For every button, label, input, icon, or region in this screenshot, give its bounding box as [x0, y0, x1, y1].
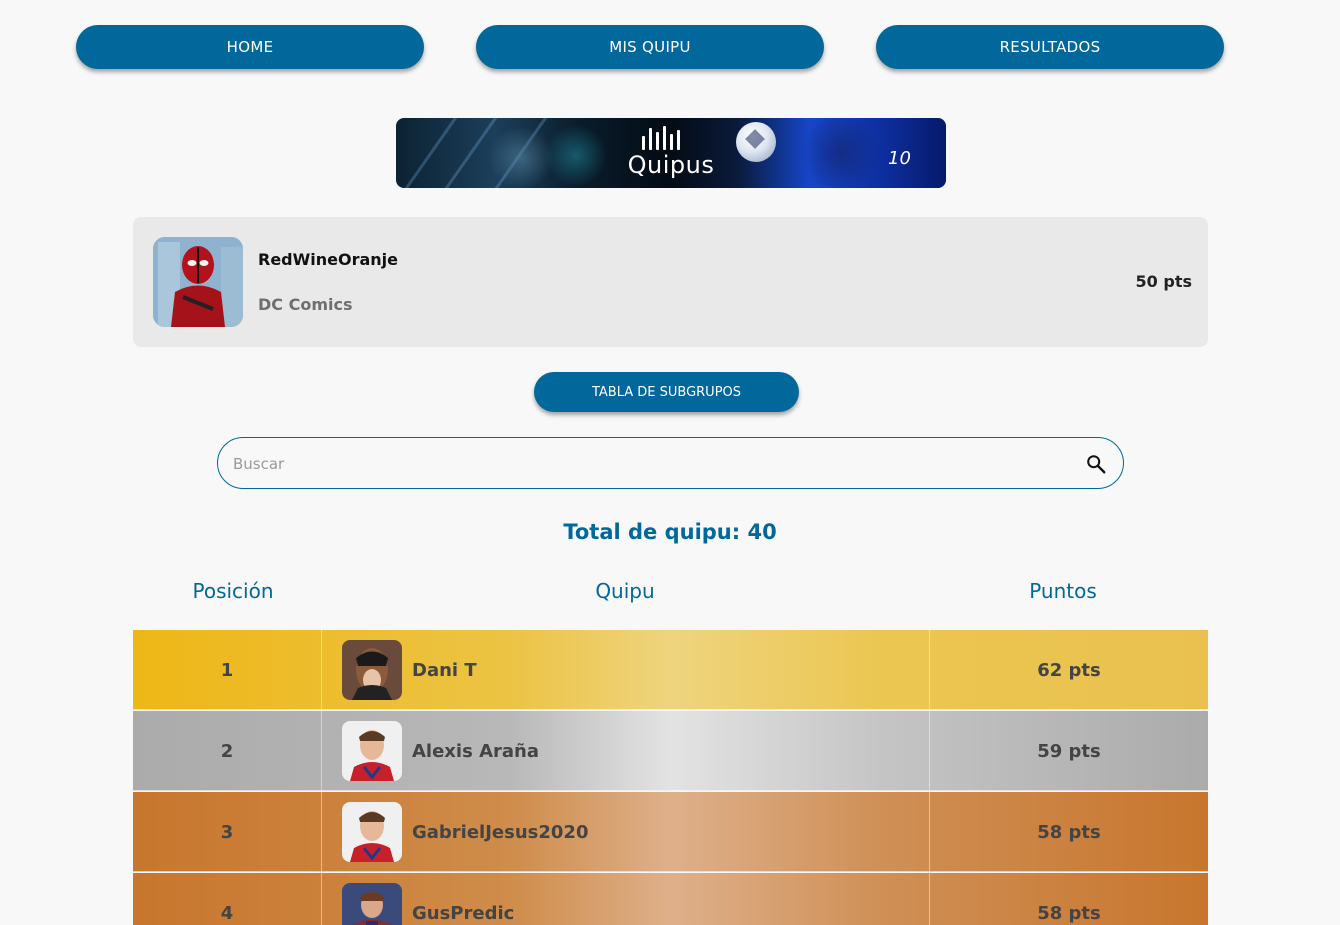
row-name: GusPredic: [412, 902, 515, 924]
header-points: Puntos: [1029, 579, 1097, 603]
row-quipu: GabrielJesus2020: [321, 792, 930, 872]
row-quipu: Dani T: [321, 630, 930, 710]
subgroups-table-button[interactable]: TABLA DE SUBGRUPOS: [534, 372, 799, 412]
jersey-number: 10: [888, 148, 911, 169]
row-position: 2: [220, 740, 234, 762]
avatar: [342, 721, 402, 781]
header-quipu: Quipu: [595, 579, 655, 603]
search-input[interactable]: [233, 450, 1063, 478]
quipus-banner: Quipus 10: [396, 118, 946, 188]
subgroups-table-button-label: TABLA DE SUBGRUPOS: [591, 384, 742, 400]
user-card: RedWineOranje DC Comics 50 pts: [133, 217, 1208, 347]
quipu-total: Total de quipu: 40: [563, 520, 777, 544]
row-points: 58 pts: [1037, 902, 1101, 924]
avatar: [342, 640, 402, 700]
table-row[interactable]: 4 GusPredic 58 pts: [133, 873, 1208, 925]
table-row[interactable]: 2 Alexis Araña 59 pts: [133, 711, 1208, 791]
resultados-button-label: RESULTADOS: [999, 38, 1101, 56]
row-points: 58 pts: [1037, 821, 1101, 843]
search-icon[interactable]: [1085, 453, 1107, 475]
user-group: DC Comics: [258, 295, 353, 314]
row-name: Dani T: [412, 659, 477, 681]
row-position: 3: [220, 821, 234, 843]
avatar: [342, 802, 402, 862]
table-row[interactable]: 1 Dani T 62 pts: [133, 630, 1208, 710]
row-position: 4: [220, 902, 234, 924]
mis-quipu-button-label: MIS QUIPU: [609, 38, 691, 56]
row-name: GabrielJesus2020: [412, 821, 589, 843]
banner-logo-text: Quipus: [627, 151, 715, 179]
avatar: [342, 883, 402, 925]
home-button-label: HOME: [226, 38, 274, 56]
avatar: [153, 237, 243, 327]
user-name: RedWineOranje: [258, 250, 399, 269]
table-row[interactable]: 3 GabrielJesus2020 58 pts: [133, 792, 1208, 872]
row-name: Alexis Araña: [412, 740, 539, 762]
row-quipu: GusPredic: [321, 873, 930, 925]
header-position: Posición: [192, 579, 274, 603]
resultados-button[interactable]: RESULTADOS: [876, 25, 1224, 69]
quipus-logo-icon: [641, 126, 681, 150]
search-bar: [217, 437, 1124, 489]
mis-quipu-button[interactable]: MIS QUIPU: [476, 25, 824, 69]
user-points: 50 pts: [1135, 272, 1192, 291]
row-points: 59 pts: [1037, 740, 1101, 762]
row-position: 1: [220, 659, 234, 681]
home-button[interactable]: HOME: [76, 25, 424, 69]
row-quipu: Alexis Araña: [321, 711, 930, 791]
row-points: 62 pts: [1037, 659, 1101, 681]
soccer-ball-image: [736, 122, 776, 162]
